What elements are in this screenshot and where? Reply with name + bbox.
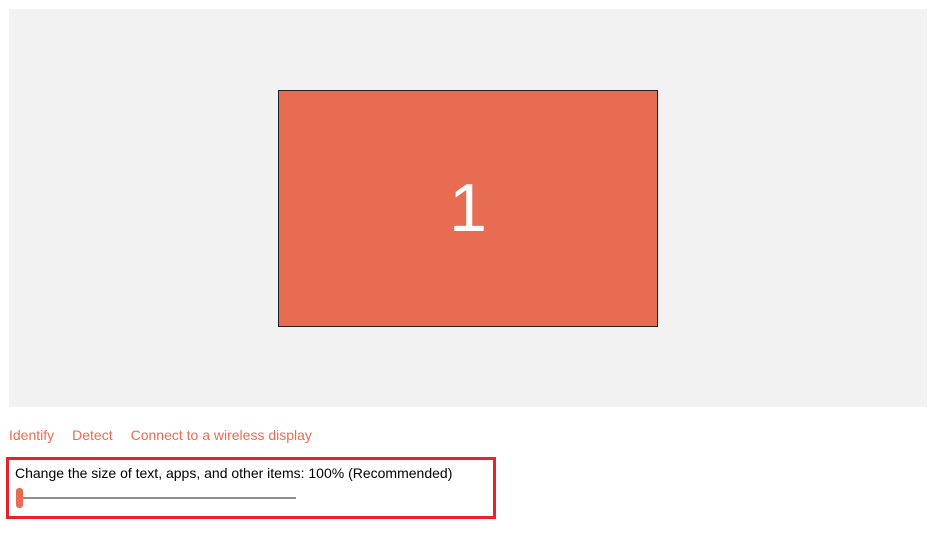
scale-section-highlight: Change the size of text, apps, and other… — [6, 457, 496, 519]
slider-track — [16, 497, 296, 499]
display-action-links: Identify Detect Connect to a wireless di… — [9, 427, 941, 443]
identify-link[interactable]: Identify — [9, 427, 54, 443]
monitor-number-label: 1 — [449, 169, 487, 247]
display-preview-area: 1 — [9, 9, 927, 407]
connect-wireless-display-link[interactable]: Connect to a wireless display — [131, 427, 312, 443]
detect-link[interactable]: Detect — [72, 427, 112, 443]
scale-slider[interactable] — [16, 488, 296, 508]
scale-label: Change the size of text, apps, and other… — [15, 465, 487, 481]
monitor-1-preview[interactable]: 1 — [278, 90, 658, 327]
slider-thumb[interactable] — [16, 488, 23, 508]
